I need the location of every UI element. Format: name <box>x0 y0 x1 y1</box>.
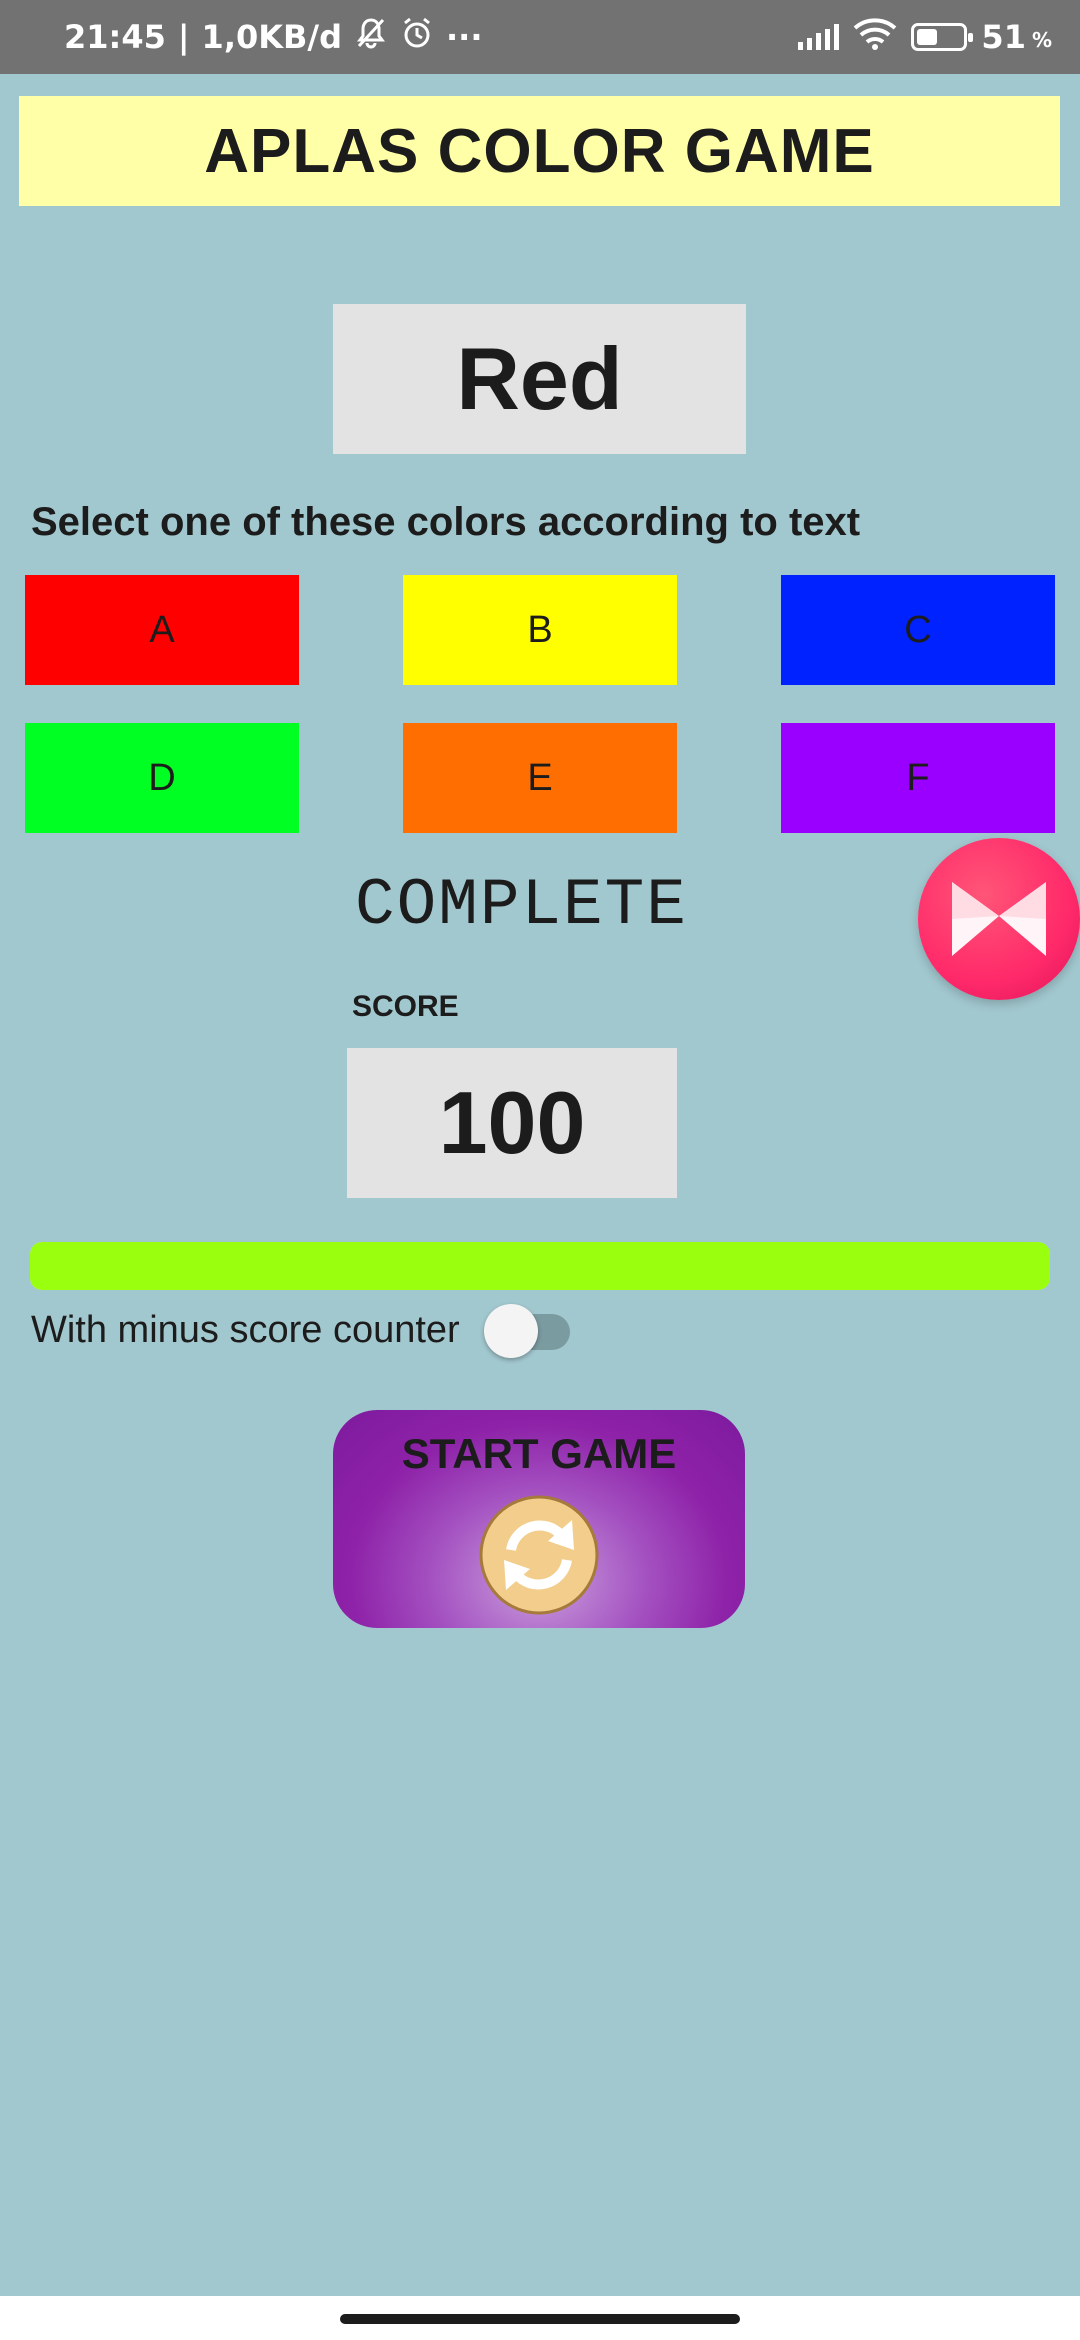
score-box: 100 <box>347 1048 677 1198</box>
color-button-c[interactable]: C <box>781 575 1055 685</box>
home-gesture-handle[interactable] <box>340 2314 740 2324</box>
target-word: Red <box>456 329 623 428</box>
more-notifications-icon: ··· <box>446 18 483 56</box>
floating-app-bubble[interactable] <box>918 838 1080 1000</box>
start-game-button[interactable]: START GAME <box>333 1410 745 1628</box>
progress-bar <box>30 1242 1050 1290</box>
battery-percent: 51 <box>981 18 1026 56</box>
color-button-label: D <box>148 756 176 799</box>
network-speed: 1,0KB/d <box>201 18 343 56</box>
status-separator: | <box>177 18 190 56</box>
progress-bar-fill <box>30 1242 1050 1290</box>
bowtie-icon <box>952 882 1046 956</box>
game-status-text: COMPLETE <box>355 868 688 943</box>
color-button-b[interactable]: B <box>403 575 677 685</box>
battery-percent-unit: % <box>1031 28 1052 52</box>
refresh-icon <box>479 1495 599 1615</box>
status-bar-right: 51 % <box>798 0 1052 74</box>
alarm-icon <box>400 16 434 58</box>
minus-score-toggle-label: With minus score counter <box>31 1309 460 1351</box>
color-button-label: A <box>149 608 175 651</box>
color-button-label: C <box>904 608 932 651</box>
app-title-bar: APLAS COLOR GAME <box>19 96 1060 206</box>
status-bar: 21:45 | 1,0KB/d ··· 51 % <box>0 0 1080 74</box>
toggle-thumb <box>484 1304 538 1358</box>
clock: 21:45 <box>64 18 166 56</box>
instruction-text: Select one of these colors according to … <box>31 500 861 544</box>
battery-level <box>917 29 937 45</box>
color-button-label: E <box>527 756 553 799</box>
color-button-e[interactable]: E <box>403 723 677 833</box>
app-title: APLAS COLOR GAME <box>204 116 875 186</box>
color-button-d[interactable]: D <box>25 723 299 833</box>
gesture-navigation-bar <box>0 2296 1080 2340</box>
cellular-signal-icon <box>798 24 840 50</box>
score-label: SCORE <box>352 990 459 1023</box>
target-word-box: Red <box>333 304 746 454</box>
notifications-muted-icon <box>354 16 388 58</box>
color-button-f[interactable]: F <box>781 723 1055 833</box>
battery-icon <box>911 23 974 51</box>
start-game-label: START GAME <box>401 1430 677 1477</box>
score-value: 100 <box>438 1073 586 1172</box>
color-button-a[interactable]: A <box>25 575 299 685</box>
status-bar-left: 21:45 | 1,0KB/d ··· <box>64 0 482 74</box>
color-button-label: F <box>906 756 930 799</box>
wifi-icon <box>853 16 897 58</box>
color-button-label: B <box>527 608 553 651</box>
minus-score-toggle[interactable] <box>484 1302 572 1358</box>
